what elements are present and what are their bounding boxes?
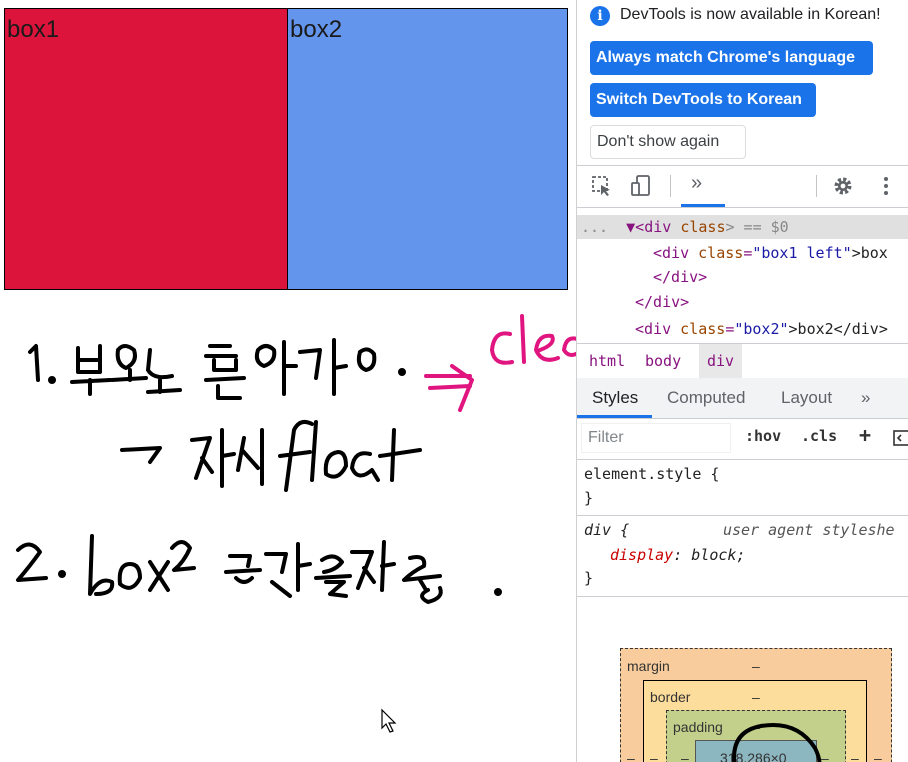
border-left-value: – [650, 750, 658, 762]
breadcrumb-html[interactable]: html [581, 344, 633, 378]
box-model-diagram: margin – border – padding – 318.286×0 – … [577, 600, 908, 762]
margin-top-value: – [752, 658, 760, 674]
breadcrumb: html body div [577, 343, 908, 379]
element-style-rule: element.style { } [577, 460, 908, 516]
dont-show-again-button[interactable]: Don't show again [590, 125, 746, 159]
styles-subtabs: Styles Computed Layout » [577, 378, 908, 419]
class-toggle[interactable]: .cls [801, 427, 837, 445]
handwriting-clearing [424, 314, 576, 412]
tab-layout[interactable]: Layout [781, 378, 832, 418]
rule-close-brace: } [584, 489, 594, 507]
styles-filter-bar: :hov .cls + [577, 419, 908, 460]
border-label: border [650, 689, 691, 705]
dom-node-box1[interactable]: <div class="box1 left">box [653, 241, 888, 265]
box2-label: box2 [290, 16, 343, 43]
hover-state-toggle[interactable]: :hov [745, 427, 781, 445]
always-match-language-button[interactable]: Always match Chrome's language [590, 41, 873, 75]
handwriting-line2 [120, 420, 422, 492]
div-user-agent-rule: div { user agent styleshe display: block… [577, 516, 908, 597]
page-viewport: box1 box2 [0, 0, 576, 762]
dom-node-close[interactable]: </div> [653, 265, 707, 289]
mouse-cursor-icon [381, 708, 397, 733]
kebab-menu-icon[interactable] [875, 175, 897, 197]
toolbar-separator [670, 175, 671, 197]
margin-label: margin [627, 658, 670, 674]
handwritten-notes [16, 314, 576, 733]
dom-node-close[interactable]: </div> [635, 290, 689, 314]
breadcrumb-div[interactable]: div [699, 344, 743, 378]
padding-left-value: – [681, 750, 689, 762]
display-declaration: display: block; [610, 546, 746, 564]
dom-node-box2[interactable]: <div class="box2">box2</div> [635, 317, 888, 341]
handwritten-circle-annotation [732, 723, 822, 762]
styles-filter-input[interactable] [581, 423, 731, 453]
box1: box1 [4, 8, 288, 290]
language-infobar: i DevTools is now available in Korean! A… [577, 0, 908, 165]
toolbar-separator [816, 175, 817, 197]
breadcrumb-body[interactable]: body [637, 344, 689, 378]
devtools-toolbar: » [577, 165, 908, 208]
switch-to-korean-button[interactable]: Switch DevTools to Korean [590, 83, 816, 117]
device-toolbar-icon[interactable] [630, 175, 652, 197]
padding-label: padding [673, 719, 723, 735]
div-selector: div { [584, 521, 630, 539]
sidebar-toggle-icon[interactable] [893, 429, 908, 447]
box2: box2 [287, 8, 568, 290]
rule-close-brace: } [584, 569, 594, 587]
box1-label: box1 [7, 16, 60, 43]
border-right-value: – [851, 750, 859, 762]
active-subtab-indicator [577, 415, 652, 418]
handwriting-line1 [28, 338, 406, 400]
handwriting-line3 [16, 534, 502, 604]
element-style-selector[interactable]: element.style { [584, 462, 719, 486]
inspect-element-icon[interactable] [591, 175, 613, 197]
tab-styles[interactable]: Styles [592, 378, 638, 418]
more-tabs-button[interactable]: » [691, 172, 702, 195]
dom-node-selected[interactable]: ... ▼<div class> == $0 [581, 215, 789, 239]
new-rule-button[interactable]: + [859, 423, 871, 447]
border-top-value: – [752, 689, 760, 705]
devtools-panel: i DevTools is now available in Korean! A… [576, 0, 908, 762]
margin-right-value: – [874, 750, 882, 762]
margin-left-value: – [627, 750, 635, 762]
tab-computed[interactable]: Computed [667, 378, 745, 418]
elements-tree: ... ▼<div class> == $0 <div class="box1 … [577, 207, 908, 342]
rule-source-label: user agent styleshe [723, 521, 895, 539]
infobar-message: DevTools is now available in Korean! [620, 6, 881, 23]
more-subtabs-button[interactable]: » [861, 378, 870, 418]
gear-icon[interactable] [832, 175, 854, 197]
info-icon: i [590, 6, 610, 26]
